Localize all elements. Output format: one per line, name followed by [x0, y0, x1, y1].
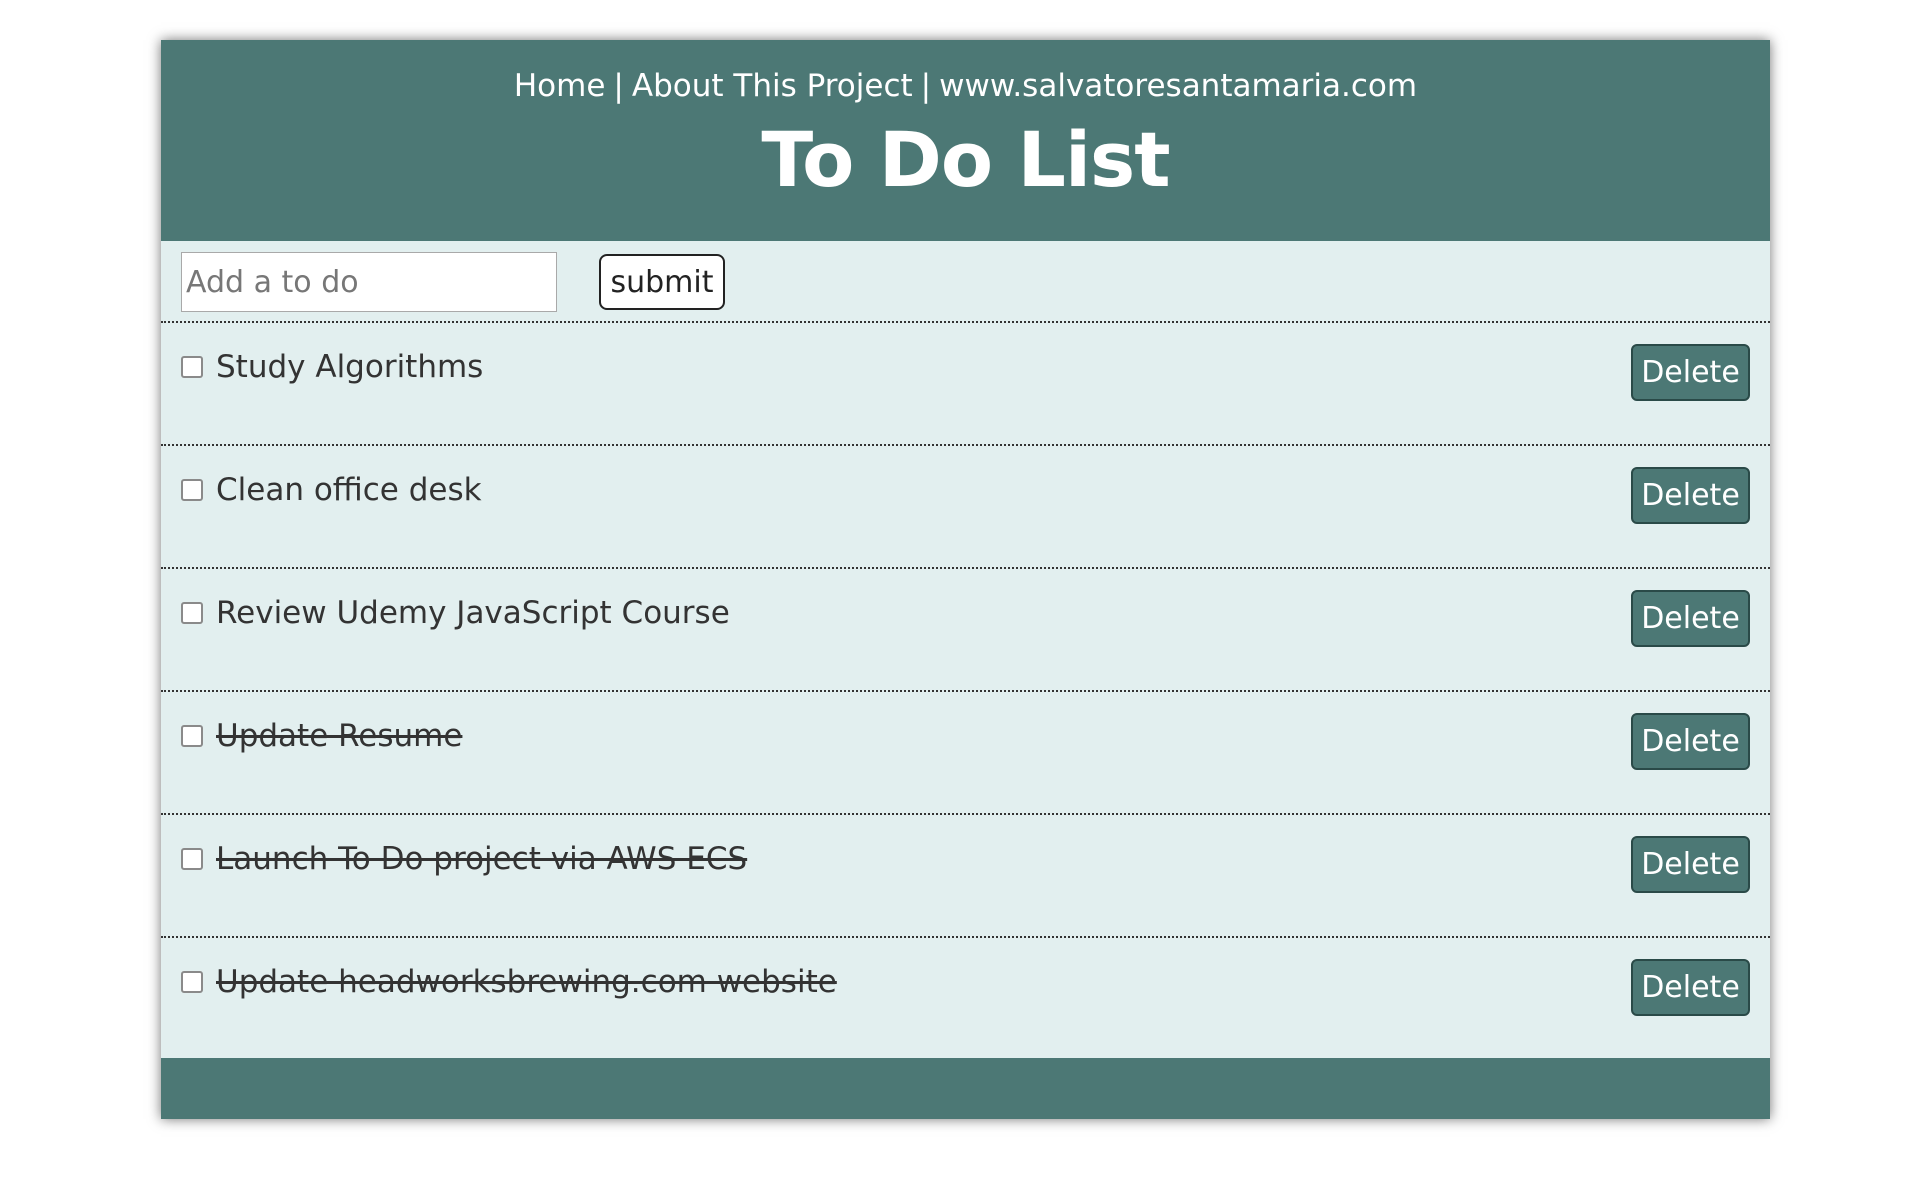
todo-text: Update Resume	[216, 718, 463, 754]
todo-text: Review Udemy JavaScript Course	[216, 595, 730, 631]
todo-list: Study Algorithms Delete Clean office des…	[161, 323, 1770, 1061]
todo-item: Clean office desk Delete	[161, 446, 1770, 569]
todo-text: Clean office desk	[216, 472, 482, 508]
top-nav: Home | About This Project | www.salvatoresan…	[161, 66, 1770, 106]
delete-button[interactable]: Delete	[1631, 344, 1750, 401]
todo-item: Update Resume Delete	[161, 692, 1770, 815]
todo-text: Launch To Do project via AWS ECS	[216, 841, 748, 877]
nav-separator: |	[920, 68, 932, 104]
nav-separator: |	[613, 68, 624, 104]
todo-checkbox[interactable]	[181, 479, 203, 501]
todo-checkbox[interactable]	[181, 725, 203, 747]
todo-text: Update headworksbrewing.com website	[216, 964, 837, 1000]
add-todo-input[interactable]	[181, 252, 557, 312]
todo-item: Review Udemy JavaScript Course Delete	[161, 569, 1770, 692]
nav-home-link[interactable]: Home	[514, 68, 606, 104]
delete-button[interactable]: Delete	[1631, 467, 1750, 524]
todo-item: Launch To Do project via AWS ECS Delete	[161, 815, 1770, 938]
todo-item: Study Algorithms Delete	[161, 323, 1770, 446]
todo-checkbox[interactable]	[181, 971, 203, 993]
todo-app: Home | About This Project | www.salvatoresan…	[161, 40, 1770, 1119]
todo-item: Update headworksbrewing.com website Dele…	[161, 938, 1770, 1061]
todo-checkbox[interactable]	[181, 602, 203, 624]
add-todo-form: submit	[161, 241, 1770, 323]
delete-button[interactable]: Delete	[1631, 713, 1750, 770]
footer	[161, 1058, 1770, 1119]
delete-button[interactable]: Delete	[1631, 959, 1750, 1016]
delete-button[interactable]: Delete	[1631, 836, 1750, 893]
todo-text: Study Algorithms	[216, 349, 484, 385]
nav-about-link[interactable]: About This Project	[632, 68, 913, 104]
delete-button[interactable]: Delete	[1631, 590, 1750, 647]
nav-site-link[interactable]: www.salvatoresantamaria.com	[939, 68, 1417, 104]
todo-checkbox[interactable]	[181, 356, 203, 378]
submit-button[interactable]: submit	[599, 254, 725, 310]
page-title: To Do List	[761, 115, 1170, 204]
todo-checkbox[interactable]	[181, 848, 203, 870]
header: Home | About This Project | www.salvatoresan…	[161, 40, 1770, 241]
